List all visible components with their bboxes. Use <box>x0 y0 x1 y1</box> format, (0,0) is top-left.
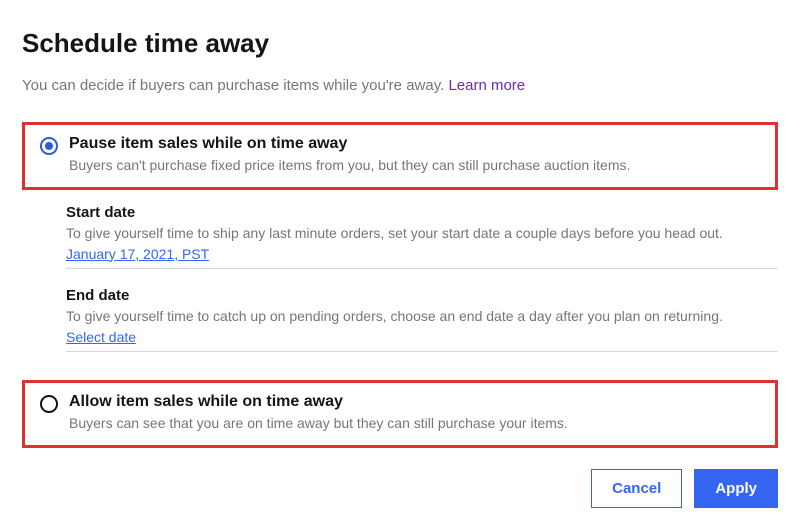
start-date-section: Start date To give yourself time to ship… <box>66 204 778 269</box>
end-date-section: End date To give yourself time to catch … <box>66 287 778 352</box>
option-pause-sales[interactable]: Pause item sales while on time away Buye… <box>22 122 778 190</box>
option-pause-title: Pause item sales while on time away <box>69 135 761 153</box>
radio-wrap <box>35 135 63 155</box>
page-title: Schedule time away <box>22 28 778 59</box>
end-date-rule <box>66 351 778 352</box>
option-copy: Allow item sales while on time away Buye… <box>63 393 761 433</box>
option-copy: Pause item sales while on time away Buye… <box>63 135 761 175</box>
end-date-link[interactable]: Select date <box>66 329 136 345</box>
option-allow-title: Allow item sales while on time away <box>69 393 761 411</box>
start-date-link[interactable]: January 17, 2021, PST <box>66 246 209 262</box>
intro-text: You can decide if buyers can purchase it… <box>22 77 778 94</box>
learn-more-link[interactable]: Learn more <box>448 77 525 94</box>
cancel-button[interactable]: Cancel <box>591 469 682 508</box>
start-date-rule <box>66 268 778 269</box>
radio-pause-sales[interactable] <box>40 137 58 155</box>
apply-button[interactable]: Apply <box>694 469 778 508</box>
actions: Cancel Apply <box>591 469 778 508</box>
start-date-label: Start date <box>66 204 778 221</box>
start-date-hint: To give yourself time to ship any last m… <box>66 224 778 243</box>
intro-copy: You can decide if buyers can purchase it… <box>22 77 448 94</box>
end-date-hint: To give yourself time to catch up on pen… <box>66 307 778 326</box>
option-allow-desc: Buyers can see that you are on time away… <box>69 414 761 433</box>
radio-allow-sales[interactable] <box>40 395 58 413</box>
option-pause-desc: Buyers can't purchase fixed price items … <box>69 156 761 175</box>
radio-wrap <box>35 393 63 413</box>
end-date-label: End date <box>66 287 778 304</box>
option-allow-sales[interactable]: Allow item sales while on time away Buye… <box>22 380 778 448</box>
dates-block: Start date To give yourself time to ship… <box>66 204 778 352</box>
